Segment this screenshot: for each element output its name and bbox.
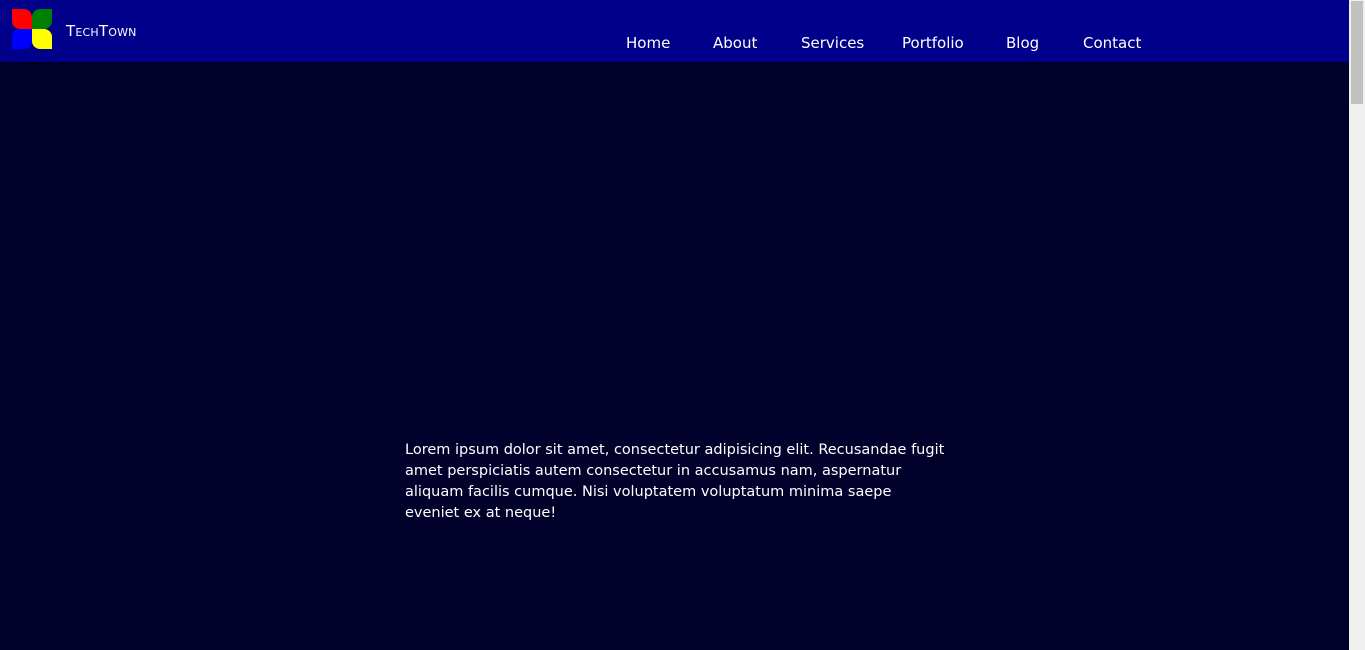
nav-about-link[interactable]: About <box>713 34 757 52</box>
body-paragraph: Lorem ipsum dolor sit amet, consectetur … <box>405 442 945 521</box>
scrollbar-thumb[interactable] <box>1351 1 1363 104</box>
main-content: Lorem ipsum dolor sit amet, consectetur … <box>405 440 950 524</box>
vertical-scrollbar[interactable] <box>1349 0 1365 650</box>
nav-blog-link[interactable]: Blog <box>1006 34 1039 52</box>
nav-contact-link[interactable]: Contact <box>1083 34 1141 52</box>
four-petal-logo-icon[interactable] <box>12 9 52 49</box>
brand-name[interactable]: TechTown <box>66 22 137 40</box>
nav-home-link[interactable]: Home <box>626 34 670 52</box>
navbar: TechTown Home About Services Portfolio B… <box>0 0 1349 62</box>
nav-portfolio-link[interactable]: Portfolio <box>902 34 964 52</box>
nav-services-link[interactable]: Services <box>801 34 864 52</box>
page: TechTown Home About Services Portfolio B… <box>0 0 1365 650</box>
